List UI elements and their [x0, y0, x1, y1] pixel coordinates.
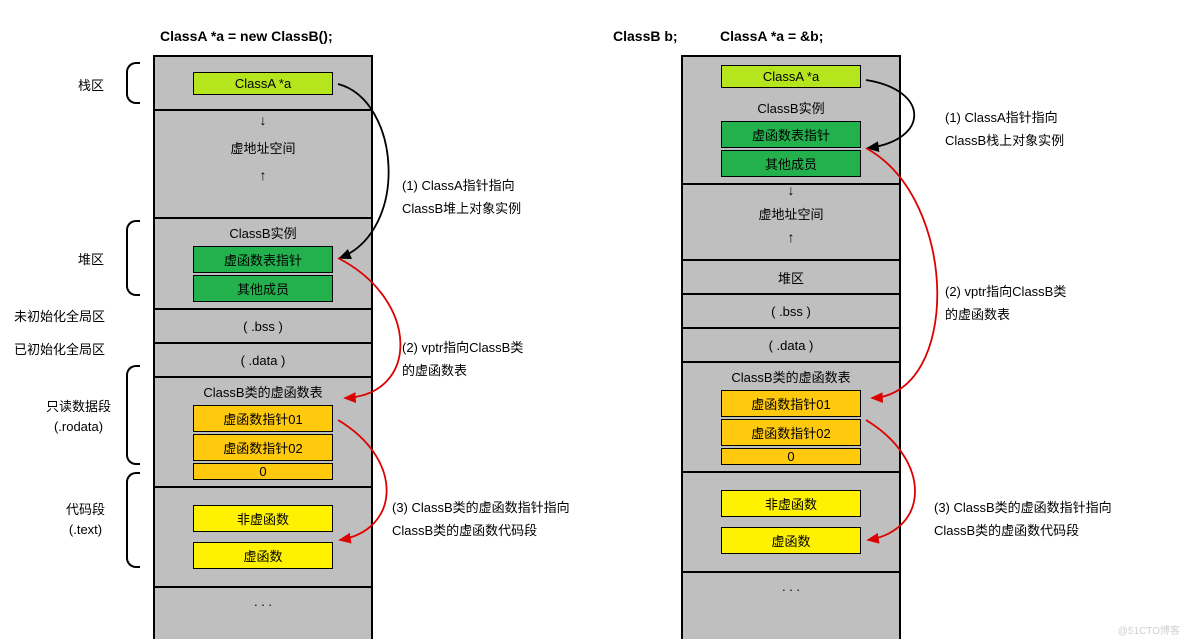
left-bss-row: ( .bss ) [155, 310, 371, 344]
left-anno-3: (3) ClassB类的虚函数指针指向ClassB类的虚函数代码段 [392, 496, 570, 543]
left-ptr-box: ClassA *a [193, 72, 333, 95]
right-data-row: ( .data ) [683, 329, 899, 363]
nonvirtual-box: 非虚函数 [193, 505, 333, 532]
right-nonvirtual-box: 非虚函数 [721, 490, 861, 517]
right-anno-1: (1) ClassA指针指向ClassB栈上对象实例 [945, 106, 1064, 153]
right-classb-title: ClassB实例 [757, 98, 824, 117]
ellipsis: . . . [782, 579, 800, 594]
region-rodata: 只读数据段(.rodata) [46, 397, 111, 436]
vfptr02-box: 虚函数指针02 [193, 434, 333, 461]
other-members-box: 其他成员 [193, 275, 333, 302]
right-rodata-row: ClassB类的虚函数表 虚函数指针01 虚函数指针02 0 [683, 363, 899, 473]
right-vfzero-box: 0 [721, 448, 861, 465]
right-heap-row: 堆区 [683, 261, 899, 295]
ellipsis: . . . [254, 594, 272, 609]
right-bss-label: ( .bss ) [771, 304, 811, 319]
right-text-row: 非虚函数 虚函数 [683, 473, 899, 573]
brace-text [126, 472, 140, 568]
vtable-stack: 虚函数指针01 虚函数指针02 0 [193, 405, 333, 480]
left-title: ClassA *a = new ClassB(); [160, 28, 333, 44]
right-vspace-row: ↓ 虚地址空间 ↑ [683, 185, 899, 261]
right-bss-row: ( .bss ) [683, 295, 899, 329]
right-ellipsis-row: . . . [683, 573, 899, 599]
right-title-a: ClassB b; [613, 28, 678, 44]
right-vfptr01-box: 虚函数指针01 [721, 390, 861, 417]
right-memory-column: ClassA *a ClassB实例 虚函数表指针 其他成员 ↓ 虚地址空间 ↑… [681, 55, 901, 639]
left-data-row: ( .data ) [155, 344, 371, 378]
vfptr01-box: 虚函数指针01 [193, 405, 333, 432]
brace-rodata [126, 365, 140, 465]
right-ptr-box: ClassA *a [721, 65, 861, 88]
right-anno-2: (2) vptr指向ClassB类的虚函数表 [945, 280, 1066, 327]
left-text-row: 非虚函数 虚函数 [155, 488, 371, 588]
region-stack: 栈区 [78, 76, 104, 96]
region-heap: 堆区 [78, 250, 104, 270]
left-memory-column: ClassA *a ↓ 虚地址空间 ↑ ClassB实例 虚函数表指针 其他成员… [153, 55, 373, 639]
right-stack-row: ClassA *a ClassB实例 虚函数表指针 其他成员 [683, 57, 899, 185]
region-bss: 未初始化全局区 [14, 307, 105, 327]
vspace-label: 虚地址空间 [230, 138, 295, 157]
right-classb-stack: 虚函数表指针 其他成员 [721, 121, 861, 177]
classb-instance-stack: 虚函数表指针 其他成员 [193, 246, 333, 302]
right-virtual-box: 虚函数 [721, 527, 861, 554]
left-stack-row: ClassA *a [155, 57, 371, 111]
right-heap-label: 堆区 [778, 268, 804, 287]
left-anno-1: (1) ClassA指针指向ClassB堆上对象实例 [402, 174, 521, 221]
brace-heap [126, 220, 140, 296]
data-label: ( .data ) [241, 353, 286, 368]
region-data: 已初始化全局区 [14, 340, 105, 360]
virtual-box: 虚函数 [193, 542, 333, 569]
bss-label: ( .bss ) [243, 319, 283, 334]
right-title-b: ClassA *a = &b; [720, 28, 823, 44]
vtable-ptr-box: 虚函数表指针 [193, 246, 333, 273]
right-vtable-title: ClassB类的虚函数表 [731, 367, 850, 386]
left-ellipsis-row: . . . [155, 588, 371, 614]
brace-stack [126, 62, 140, 104]
left-anno-2: (2) vptr指向ClassB类的虚函数表 [402, 336, 523, 383]
region-text: 代码段(.text) [66, 500, 105, 539]
left-heap-row: ClassB实例 虚函数表指针 其他成员 [155, 219, 371, 310]
right-data-label: ( .data ) [769, 338, 814, 353]
classb-instance-title: ClassB实例 [229, 223, 296, 242]
right-vspace-label: 虚地址空间 [758, 204, 823, 223]
left-rodata-row: ClassB类的虚函数表 虚函数指针01 虚函数指针02 0 [155, 378, 371, 488]
right-other-members-box: 其他成员 [721, 150, 861, 177]
right-vtable-ptr-box: 虚函数表指针 [721, 121, 861, 148]
vtable-title: ClassB类的虚函数表 [203, 382, 322, 401]
right-anno-3: (3) ClassB类的虚函数指针指向ClassB类的虚函数代码段 [934, 496, 1112, 543]
vfzero-box: 0 [193, 463, 333, 480]
watermark: @51CTO博客 [1118, 622, 1180, 637]
right-vtable-stack: 虚函数指针01 虚函数指针02 0 [721, 390, 861, 465]
right-vfptr02-box: 虚函数指针02 [721, 419, 861, 446]
left-vspace-row: ↓ 虚地址空间 ↑ [155, 111, 371, 219]
